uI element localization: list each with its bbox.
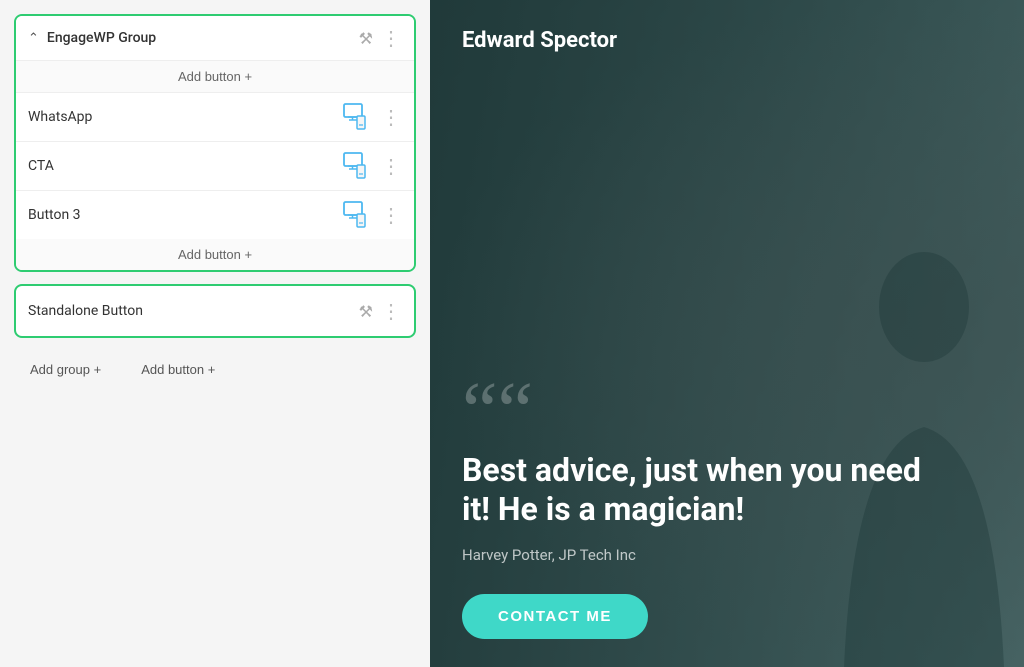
cta-label: CTA	[28, 158, 335, 174]
button3-menu-dots[interactable]: ⋮	[381, 203, 402, 227]
collapse-chevron[interactable]: ⌃	[28, 31, 39, 46]
quote-author: Harvey Potter, JP Tech Inc	[462, 546, 992, 564]
add-group-button[interactable]: Add group +	[30, 362, 101, 377]
cta-menu-dots[interactable]: ⋮	[381, 154, 402, 178]
device-icon-whatsapp	[343, 103, 367, 131]
whatsapp-label: WhatsApp	[28, 109, 335, 125]
device-icon-cta	[343, 152, 367, 180]
whatsapp-menu-dots[interactable]: ⋮	[381, 105, 402, 129]
group-name: EngageWP Group	[47, 30, 351, 46]
quote-mark: ““	[462, 383, 992, 439]
left-panel: ⌃ EngageWP Group ⚒ ⋮ Add button + WhatsA…	[0, 0, 430, 667]
standalone-wrench-icon[interactable]: ⚒	[359, 302, 373, 321]
wrench-icon[interactable]: ⚒	[359, 29, 373, 48]
right-panel: Edward Spector ““ Best advice, just when…	[430, 0, 1024, 667]
add-button-bottom[interactable]: Add button +	[178, 247, 252, 262]
quote-text: Best advice, just when you need it! He i…	[462, 451, 942, 528]
bottom-actions: Add group + Add button +	[14, 354, 416, 385]
group-menu-dots[interactable]: ⋮	[381, 26, 402, 50]
contact-button[interactable]: CONTACT ME	[462, 594, 648, 639]
standalone-menu-dots[interactable]: ⋮	[381, 299, 402, 323]
device-icon-button3	[343, 201, 367, 229]
group-header: ⌃ EngageWP Group ⚒ ⋮	[16, 16, 414, 61]
add-button-bottom-row: Add button +	[16, 239, 414, 270]
add-button-global[interactable]: Add button +	[141, 362, 215, 377]
cta-item: CTA ⋮	[16, 141, 414, 190]
standalone-header: Standalone Button ⚒ ⋮	[16, 286, 414, 336]
button3-label: Button 3	[28, 207, 335, 223]
add-button-top-row: Add button +	[16, 61, 414, 92]
standalone-label: Standalone Button	[28, 303, 351, 319]
person-name: Edward Spector	[462, 28, 992, 53]
button3-item: Button 3 ⋮	[16, 190, 414, 239]
whatsapp-item: WhatsApp ⋮	[16, 92, 414, 141]
standalone-card: Standalone Button ⚒ ⋮	[14, 284, 416, 338]
add-button-top[interactable]: Add button +	[178, 69, 252, 84]
group-card: ⌃ EngageWP Group ⚒ ⋮ Add button + WhatsA…	[14, 14, 416, 272]
